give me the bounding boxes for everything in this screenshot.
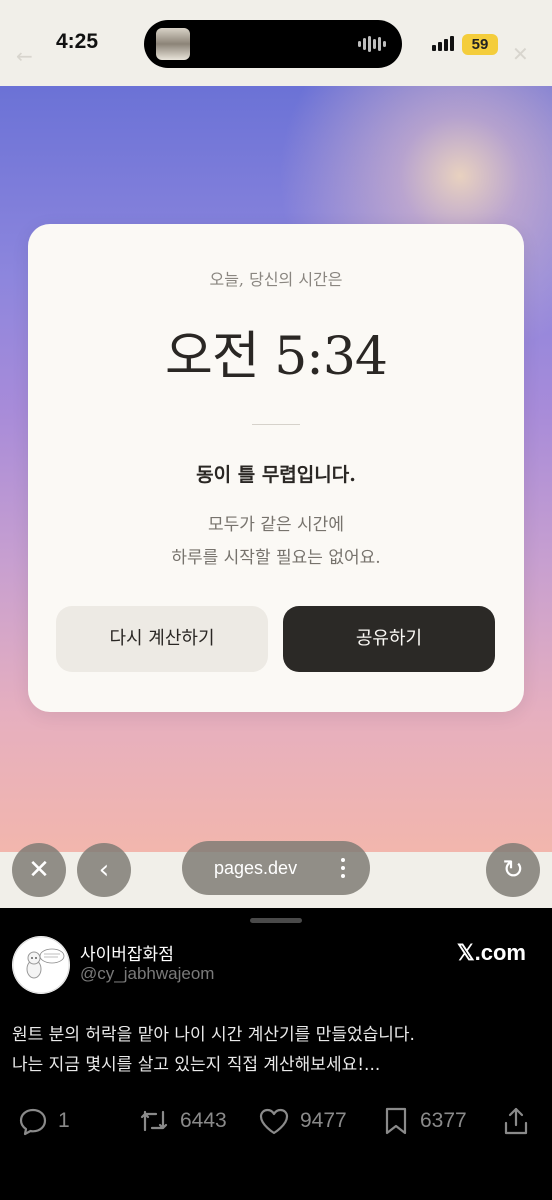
reply-button[interactable]: 1 [18,1104,70,1138]
status-bar: ← 4:25 59 ✕ [0,0,552,86]
repost-count: 6443 [180,1109,227,1132]
result-headline: 동이 틀 무렵입니다. [196,464,356,486]
recalculate-button[interactable]: 다시 계산하기 [56,606,268,672]
close-tab-button[interactable]: ✕ [12,843,66,897]
status-time: 4:25 [56,30,99,53]
close-icon: ✕ [512,42,529,66]
reload-button[interactable]: ↻ [486,843,540,897]
sheet-grabber[interactable] [250,918,302,923]
back-arrow-icon: ← [16,44,33,68]
now-playing-artwork [156,28,190,60]
waveform-icon [358,35,388,53]
repost-icon [140,1110,168,1132]
author-name[interactable]: 사이버잡화점 [80,940,174,965]
back-button[interactable]: ‹ [77,843,131,897]
web-content: 오늘, 당신의 시간은 오전 5:34 동이 틀 무렵입니다. 모두가 같은 시… [0,86,552,852]
description-line-2: 하루를 시작할 필요는 없어요. [171,548,381,568]
like-button[interactable]: 9477 [258,1104,347,1138]
like-count: 9477 [300,1109,347,1132]
like-icon [259,1108,289,1135]
result-time: 오전 5:34 [165,327,388,387]
share-icon [504,1107,528,1135]
post-sheet: 사이버잡화점 @cy_jabhwajeom 𝕏.com 원트 분의 허락을 맡아… [0,908,552,1200]
repost-button[interactable]: 6443 [138,1104,227,1138]
bookmark-count: 6377 [420,1109,467,1132]
author-handle[interactable]: @cy_jabhwajeom [80,964,214,984]
share-post-button[interactable] [502,1104,530,1138]
divider [252,424,300,425]
result-description: 모두가 같은 시간에 하루를 시작할 필요는 없어요. [28,509,524,575]
result-kicker: 오늘, 당신의 시간은 [209,270,343,289]
reply-count: 1 [58,1109,70,1132]
post-text[interactable]: 원트 분의 허락을 맡아 나이 시간 계산기를 만들었습니다. 나는 지금 몇시… [12,1020,542,1080]
result-card: 오늘, 당신의 시간은 오전 5:34 동이 틀 무렵입니다. 모두가 같은 시… [28,224,524,712]
avatar[interactable] [12,936,70,994]
description-line-1: 모두가 같은 시간에 [208,515,344,535]
post-actions: 1 6443 9477 6377 [0,1104,552,1138]
signal-icon [432,36,454,51]
reply-icon [19,1108,47,1136]
more-icon[interactable] [340,858,346,880]
url-text: pages.dev [214,858,298,878]
post-text-line-1: 원트 분의 허락을 맡아 나이 시간 계산기를 만들었습니다. [12,1025,415,1045]
dynamic-island[interactable] [144,20,402,68]
post-text-line-2: 나는 지금 몇시를 살고 있는지 직접 계산해보세요!... [12,1055,381,1075]
share-button[interactable]: 공유하기 [283,606,495,672]
bookmark-icon [385,1107,407,1135]
bookmark-button[interactable]: 6377 [382,1104,467,1138]
battery-indicator: 59 [462,34,498,55]
source-link[interactable]: 𝕏.com [457,940,526,966]
address-bar[interactable]: pages.dev [182,841,370,895]
